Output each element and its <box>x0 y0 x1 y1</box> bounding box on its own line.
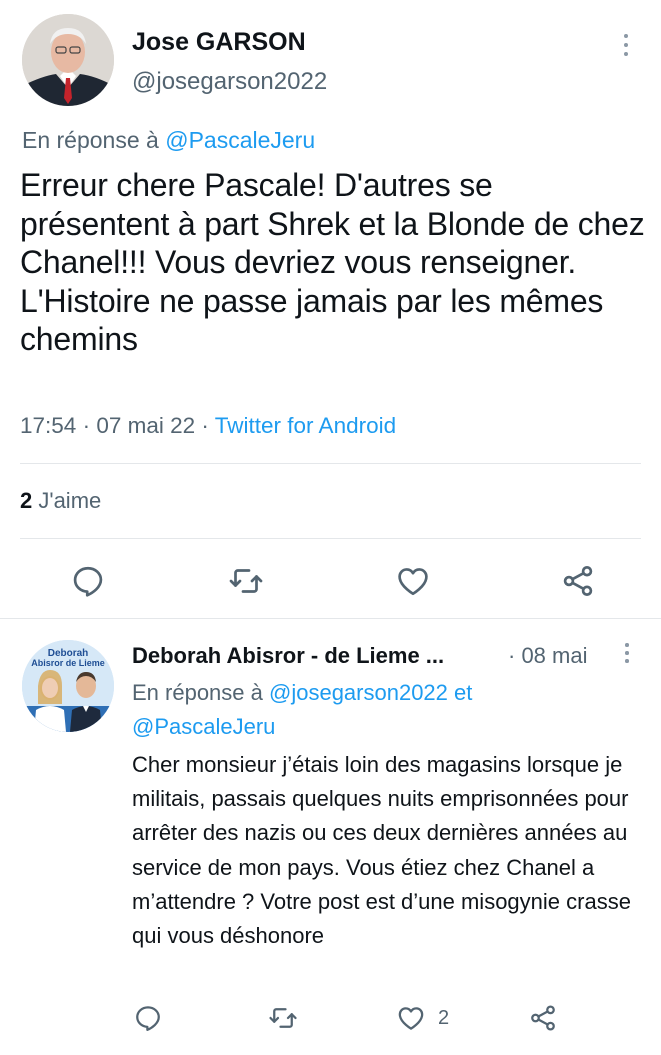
avatar-text: Abisror de Lieme <box>31 658 105 668</box>
share-icon[interactable] <box>528 1003 558 1033</box>
meta-separator: · <box>201 413 209 438</box>
retweet-icon[interactable] <box>268 1003 298 1033</box>
share-icon[interactable] <box>560 563 596 599</box>
like-icon[interactable] <box>396 1003 426 1033</box>
likes-summary[interactable]: 2 J'aime <box>20 488 101 514</box>
tweet-date[interactable]: 07 mai 22 <box>96 413 195 438</box>
reply-prefix: En réponse à <box>22 127 159 153</box>
divider <box>20 538 641 539</box>
reply-prefix: En réponse à <box>132 680 263 705</box>
tweet-metadata: 17:54 · 07 mai 22 · Twitter for Android <box>20 413 396 439</box>
divider <box>20 463 641 464</box>
likes-count: 2 <box>20 488 33 513</box>
reply-context: En réponse à @PascaleJeru <box>22 127 315 154</box>
tweet-date[interactable]: · 08 mai <box>508 643 587 669</box>
reply-and: et <box>454 680 473 705</box>
author-name[interactable]: Jose GARSON <box>132 28 306 57</box>
reply-mention-link[interactable]: @PascaleJeru <box>165 127 315 153</box>
retweet-icon[interactable] <box>228 563 264 599</box>
avatar[interactable]: Deborah Abisror de Lieme <box>22 640 114 732</box>
author-handle[interactable]: @josegarson2022 <box>132 68 327 96</box>
reply-context: En réponse à @josegarson2022 et @Pascale… <box>132 676 592 744</box>
more-icon[interactable] <box>612 30 640 60</box>
likes-label: J'aime <box>38 488 102 513</box>
reply-icon[interactable] <box>70 563 106 599</box>
more-icon[interactable] <box>615 640 639 668</box>
like-icon[interactable] <box>395 563 431 599</box>
tweet-time[interactable]: 17:54 <box>20 413 76 438</box>
tweet-text: Erreur chere Pascale! D'autres se présen… <box>20 167 645 357</box>
meta-separator: · <box>82 413 91 438</box>
like-count: 2 <box>438 1007 450 1029</box>
avatar[interactable] <box>22 14 114 106</box>
reply-mention-link[interactable]: @PascaleJeru <box>132 714 275 739</box>
tweet-text: Cher monsieur j’étais loin des magasins … <box>132 752 631 949</box>
reply-mention-link[interactable]: @josegarson2022 <box>269 680 448 705</box>
divider <box>0 618 661 619</box>
author-name[interactable]: Deborah Abisror - de Lieme ... <box>132 643 484 669</box>
reply-icon[interactable] <box>133 1003 163 1033</box>
tweet-source-link[interactable]: Twitter for Android <box>215 413 396 438</box>
